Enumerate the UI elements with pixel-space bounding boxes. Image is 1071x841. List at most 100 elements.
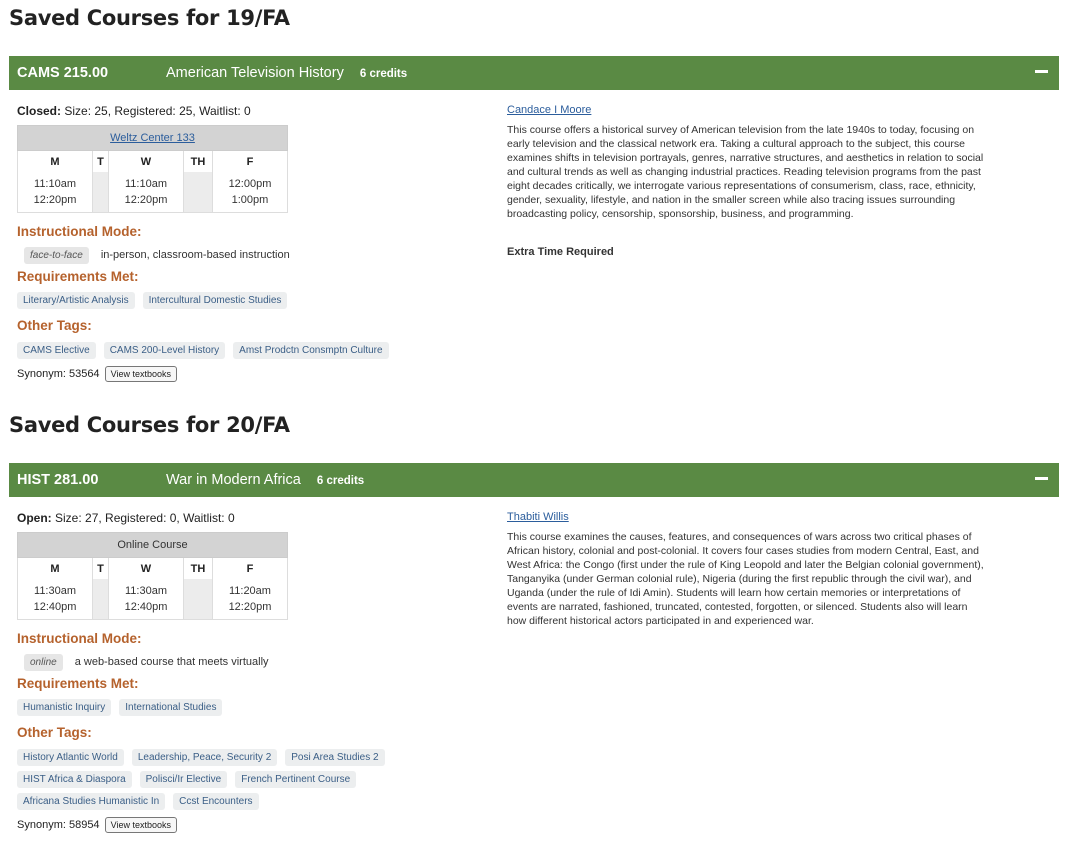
other-tag: Polisci/Ir Elective [139, 771, 228, 788]
mode-tag: online [24, 654, 63, 671]
location-cell: Online Course [17, 532, 288, 558]
course-description: This course offers a historical survey o… [507, 124, 984, 220]
time-cell-t [92, 579, 109, 620]
time-cell-th [183, 579, 213, 620]
status-label: Open: [17, 511, 52, 525]
day-header-w: W [107, 150, 185, 172]
time-cell-m: 11:10am 12:20pm [16, 172, 94, 213]
synonym-text: Synonym: 58954 [17, 818, 100, 831]
time-cell-f: 12:00pm 1:00pm [211, 172, 289, 213]
course-credits: 6 credits [316, 475, 365, 487]
course-code: HIST 281.00 [17, 472, 99, 488]
time-start: 12:00pm [228, 178, 272, 190]
other-tags-row-1: History Atlantic World Leadership, Peace,… [17, 747, 393, 766]
instructional-mode-row: face-to-face in-person, classroom-based i… [24, 245, 290, 264]
time-start: 11:20am [228, 585, 271, 597]
course-body-cams215: Closed: Size: 25, Registered: 25, Waitli… [16, 104, 1057, 394]
status-label: Closed: [17, 104, 62, 118]
other-tag: Leadership, Peace, Security 2 [131, 749, 278, 766]
time-end: 12:40pm [124, 601, 168, 613]
enrollment-status: Open: Size: 27, Registered: 0, Waitlist:… [17, 511, 235, 525]
other-tag: History Atlantic World [17, 749, 124, 766]
other-tag: Posi Area Studies 2 [285, 749, 385, 766]
other-tag: Amst Prodctn Consmptn Culture [233, 342, 389, 359]
other-tag: CAMS Elective [17, 342, 96, 359]
instructional-mode-label: Instructional Mode: [17, 631, 142, 646]
time-cell-t [92, 172, 109, 213]
course-header-hist281[interactable]: HIST 281.00 War in Modern Africa 6 credi… [9, 463, 1059, 497]
course-credits: 6 credits [359, 68, 408, 80]
requirement-tag: Humanistic Inquiry [17, 699, 112, 716]
synonym-text: Synonym: 53564 [17, 367, 100, 380]
synonym-row: Synonym: 58954 View textbooks [17, 817, 177, 833]
requirement-tag: Intercultural Domestic Studies [142, 292, 288, 309]
other-tag: Africana Studies Humanistic In [17, 793, 166, 810]
day-header-f: F [211, 150, 289, 172]
course-title-wrap: War in Modern Africa 6 credits [166, 472, 364, 488]
time-cell-w: 11:10am 12:20pm [107, 172, 185, 213]
synonym-row: Synonym: 53564 View textbooks [17, 366, 177, 382]
requirements-label: Requirements Met: [17, 269, 139, 284]
time-end: 12:20pm [33, 194, 77, 206]
extra-note: Extra Time Required [507, 246, 614, 258]
course-title: American Television History [166, 65, 344, 81]
requirements-label: Requirements Met: [17, 676, 139, 691]
requirements-row: Humanistic Inquiry International Studies [17, 697, 230, 716]
instructional-mode-label: Instructional Mode: [17, 224, 142, 239]
view-textbooks-button[interactable]: View textbooks [104, 817, 177, 833]
instructor-link[interactable]: Candace I Moore [507, 104, 591, 116]
requirements-row: Literary/Artistic Analysis Intercultural … [17, 290, 295, 309]
enrollment-status: Closed: Size: 25, Registered: 25, Waitli… [17, 104, 251, 118]
time-end: 1:00pm [231, 194, 269, 206]
course-title-wrap: American Television History 6 credits [166, 65, 407, 81]
course-description: This course examines the causes, feature… [507, 531, 984, 627]
day-header-m: M [16, 557, 94, 579]
collapse-minus-icon[interactable] [1033, 62, 1049, 82]
meeting-schedule: Online Course M T W TH F 11:30am 12:40pm … [16, 532, 289, 620]
time-start: 11:10am [124, 178, 167, 190]
location-cell: Weltz Center 133 [17, 125, 288, 151]
mode-description: a web-based course that meets virtually [74, 656, 269, 668]
day-header-f: F [211, 557, 289, 579]
day-header-w: W [107, 557, 185, 579]
meeting-schedule: Weltz Center 133 M T W TH F 11:10am 12:20… [16, 125, 289, 213]
instructor-link[interactable]: Thabiti Willis [507, 511, 569, 523]
section-title-20fa: Saved Courses for 20/FA [9, 413, 290, 437]
status-text: Size: 25, Registered: 25, Waitlist: 0 [61, 104, 251, 118]
view-textbooks-button[interactable]: View textbooks [104, 366, 177, 382]
time-end: 12:40pm [33, 601, 77, 613]
other-tags-row-2: HIST Africa & Diaspora Polisci/Ir Electiv… [17, 769, 364, 788]
other-tag: French Pertinent Course [235, 771, 357, 788]
other-tag: HIST Africa & Diaspora [17, 771, 132, 788]
time-end: 12:20pm [124, 194, 168, 206]
other-tags-label: Other Tags: [17, 725, 92, 740]
mode-tag: face-to-face [24, 247, 89, 264]
instructional-mode-row: online a web-based course that meets virt… [24, 652, 269, 671]
day-header-m: M [16, 150, 94, 172]
time-cell-f: 11:20am 12:20pm [211, 579, 289, 620]
time-cell-w: 11:30am 12:40pm [107, 579, 185, 620]
requirement-tag: International Studies [119, 699, 223, 716]
time-cell-m: 11:30am 12:40pm [16, 579, 94, 620]
time-start: 11:10am [34, 178, 77, 190]
other-tags-row-3: Africana Studies Humanistic In Ccst Encou… [17, 791, 267, 810]
location-link[interactable]: Weltz Center 133 [110, 132, 195, 144]
other-tags-row: CAMS Elective CAMS 200-Level History Amst … [17, 340, 397, 359]
location-text: Online Course [117, 539, 188, 551]
day-header-th: TH [183, 557, 213, 579]
section-title-19fa: Saved Courses for 19/FA [9, 6, 290, 30]
time-start: 11:30am [124, 585, 167, 597]
time-cell-th [183, 172, 213, 213]
status-text: Size: 27, Registered: 0, Waitlist: 0 [51, 511, 235, 525]
day-header-t: T [92, 557, 109, 579]
course-header-cams215[interactable]: CAMS 215.00 American Television History … [9, 56, 1059, 90]
day-header-t: T [92, 150, 109, 172]
mode-description: in-person, classroom-based instruction [100, 249, 290, 261]
course-body-hist281: Open: Size: 27, Registered: 0, Waitlist:… [16, 511, 1057, 836]
time-start: 11:30am [34, 585, 77, 597]
day-header-th: TH [183, 150, 213, 172]
other-tag: Ccst Encounters [173, 793, 259, 810]
course-title: War in Modern Africa [166, 472, 301, 488]
other-tags-label: Other Tags: [17, 318, 92, 333]
collapse-minus-icon[interactable] [1033, 469, 1049, 489]
